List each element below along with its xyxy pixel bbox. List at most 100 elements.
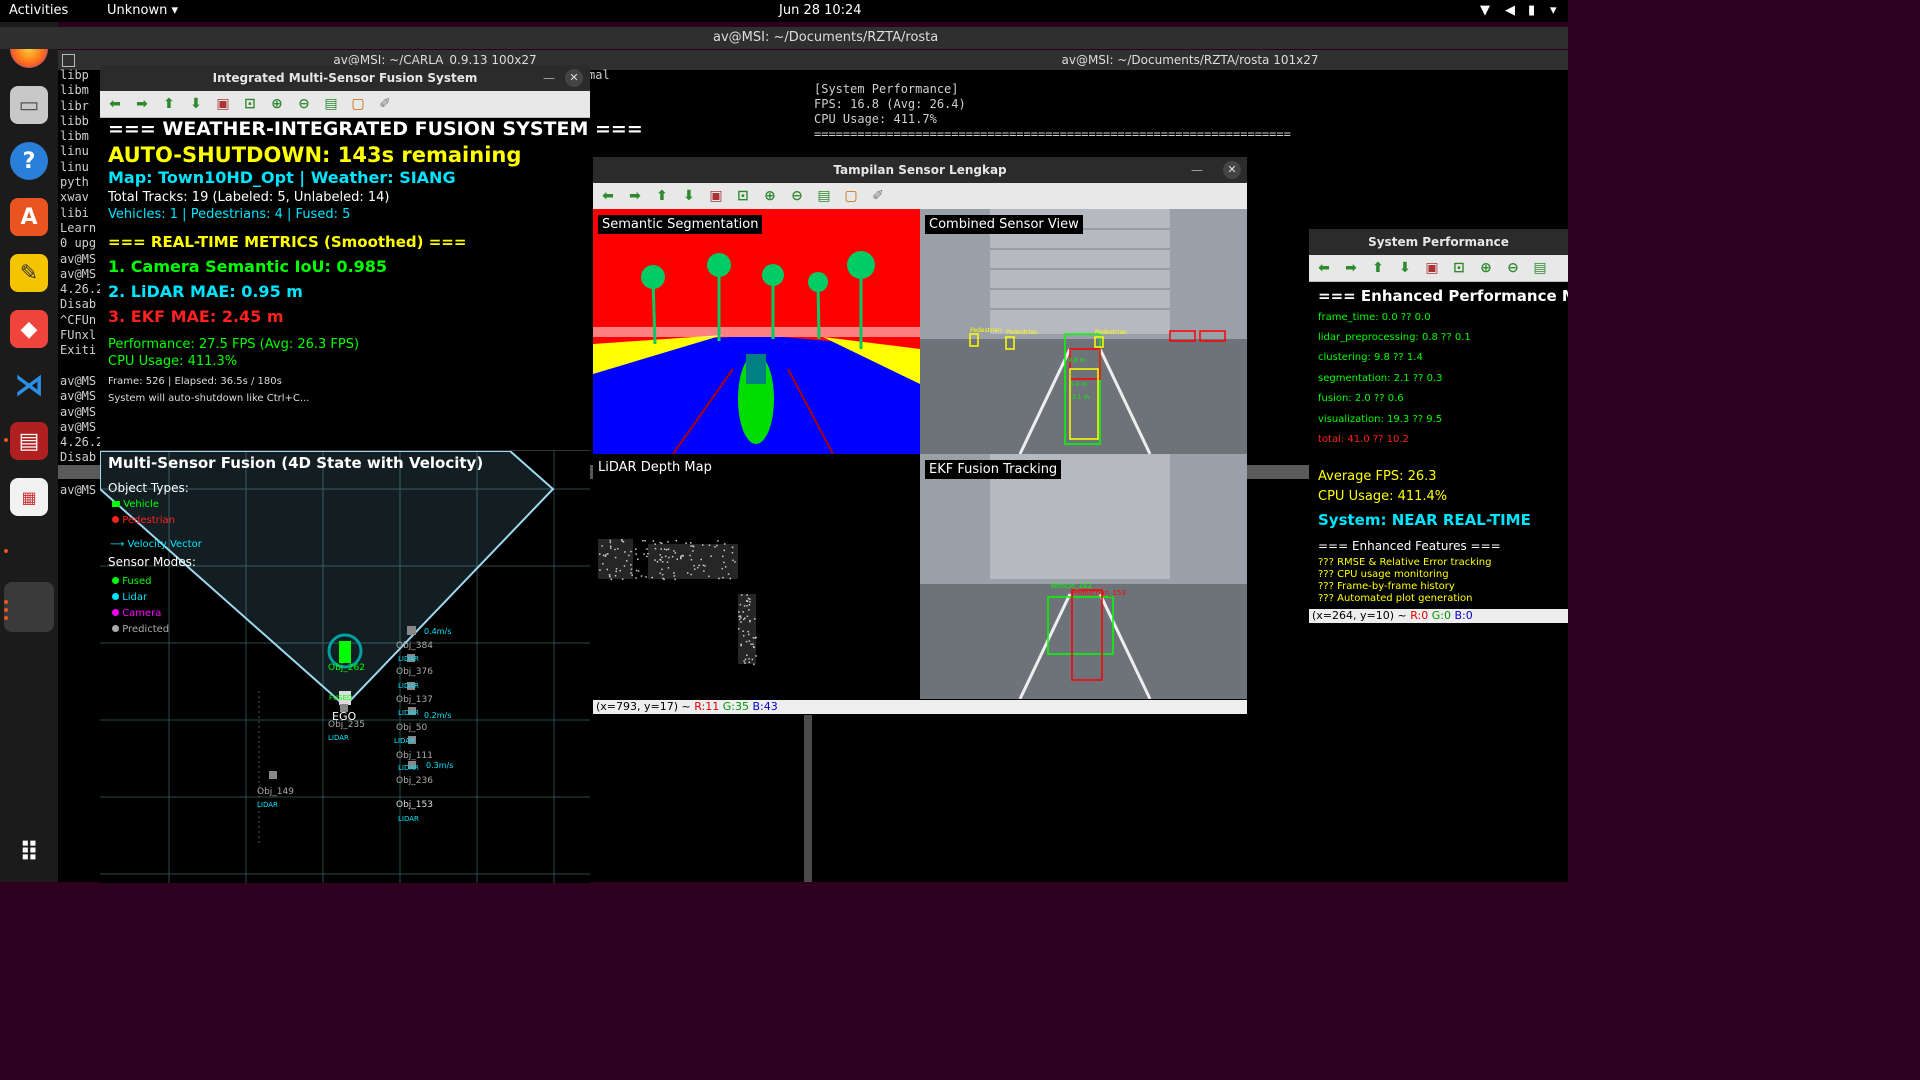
performance-window[interactable]: System Performance ⬅ ➡ ⬆ ⬇ ▣ ⊡ ⊕ ⊖ ▤ ===…	[1309, 229, 1568, 623]
pan-right-icon[interactable]: ➡	[1342, 259, 1360, 277]
fusion-window[interactable]: Integrated Multi-Sensor Fusion System — …	[100, 65, 643, 883]
lidar-point	[609, 545, 612, 547]
terminal-line: linu	[60, 159, 89, 174]
lidar-point	[607, 553, 609, 555]
object-velocity: 0.2m/s	[424, 711, 452, 720]
object-tag: LIDAR	[398, 682, 419, 690]
pan-right-icon[interactable]: ➡	[626, 187, 644, 205]
zoom-out-icon[interactable]: ⊖	[295, 95, 313, 113]
minimize-icon[interactable]: —	[1191, 163, 1203, 177]
pan-down-icon[interactable]: ⬇	[680, 187, 698, 205]
lidar-point	[755, 636, 757, 639]
power-menu-icon[interactable]: ▾	[1550, 3, 1557, 18]
zoom-in-icon[interactable]: ⊕	[1477, 259, 1495, 277]
save-icon[interactable]: ▤	[815, 187, 833, 205]
track-label: Pedestrian_153	[1072, 589, 1126, 597]
object-label: Obj_111	[396, 751, 433, 761]
semantic-segmentation-view[interactable]: Semantic Segmentation	[593, 209, 920, 454]
terminal-app-icon[interactable]: ▤	[10, 422, 48, 460]
document-viewer-icon[interactable]: ▦	[10, 478, 48, 516]
anydesk-icon[interactable]: ◆	[10, 310, 48, 348]
lidar-point	[623, 565, 626, 567]
mode-lidar-label: Lidar	[122, 592, 148, 603]
timing-line: segmentation: 2.1 ?? 0.3	[1318, 373, 1443, 384]
terminal-line: libr	[60, 98, 89, 113]
lidar-point	[694, 568, 696, 570]
help-icon[interactable]: ?	[10, 142, 48, 180]
close-icon[interactable]: ✕	[565, 69, 583, 87]
metric-camera-iou: 1. Camera Semantic IoU: 0.985	[108, 257, 388, 276]
pan-left-icon[interactable]: ⬅	[1315, 259, 1333, 277]
clock[interactable]: Jun 28 10:24	[779, 3, 862, 18]
terminal-line: av@MS	[60, 419, 97, 434]
pan-up-icon[interactable]: ⬆	[1369, 259, 1387, 277]
pan-left-icon[interactable]: ⬅	[599, 187, 617, 205]
zoom-in-icon[interactable]: ⊕	[268, 95, 286, 113]
zoom-fit-icon[interactable]: ▣	[1423, 259, 1441, 277]
pan-up-icon[interactable]: ⬆	[653, 187, 671, 205]
zoom-in-icon[interactable]: ⊕	[761, 187, 779, 205]
save-icon[interactable]: ▤	[1531, 259, 1549, 277]
ekf-camera-image	[920, 454, 1247, 699]
timing-line: clustering: 9.8 ?? 1.4	[1318, 352, 1423, 363]
pan-right-icon[interactable]: ➡	[133, 95, 151, 113]
battery-icon[interactable]: ▮	[1528, 3, 1535, 18]
bev-panel[interactable]: Multi-Sensor Fusion (4D State with Veloc…	[100, 450, 590, 883]
running-app-icon[interactable]	[4, 582, 54, 632]
wifi-icon[interactable]: ▼	[1480, 3, 1490, 18]
terminal-fragment: mal	[588, 68, 610, 82]
detection-label: 5.0 m	[1070, 381, 1088, 388]
properties-icon[interactable]: ✐	[376, 95, 394, 113]
terminal-menu-icon[interactable]	[62, 54, 75, 67]
volume-icon[interactable]: ◀	[1505, 3, 1515, 18]
app-grid-icon[interactable]: ⠿	[10, 834, 48, 872]
zoom-fit-icon[interactable]: ▣	[214, 95, 232, 113]
copy-icon[interactable]: ▢	[842, 187, 860, 205]
lidar-point	[621, 540, 624, 542]
zoom-out-icon[interactable]: ⊖	[788, 187, 806, 205]
lidar-point	[630, 550, 632, 553]
properties-icon[interactable]: ✐	[869, 187, 887, 205]
zoom-original-icon[interactable]: ⊡	[241, 95, 259, 113]
lidar-point	[749, 598, 751, 600]
lidar-depth-view[interactable]: LiDAR Depth Map	[593, 454, 920, 699]
lidar-point	[645, 576, 647, 578]
lidar-point	[668, 556, 670, 559]
pan-down-icon[interactable]: ⬇	[1396, 259, 1414, 277]
lidar-swatch	[112, 593, 119, 600]
lidar-point	[654, 559, 656, 561]
zoom-original-icon[interactable]: ⊡	[734, 187, 752, 205]
zoom-out-icon[interactable]: ⊖	[1504, 259, 1522, 277]
zoom-fit-icon[interactable]: ▣	[707, 187, 725, 205]
copy-icon[interactable]: ▢	[349, 95, 367, 113]
lidar-point	[743, 605, 746, 607]
object-label: Obj_262	[328, 663, 365, 673]
lidar-point	[671, 555, 674, 558]
feature-item: ??? Frame-by-frame history	[1318, 581, 1455, 592]
terminal-line: ========================================…	[814, 127, 1291, 141]
text-editor-icon[interactable]: ✎	[10, 254, 48, 292]
close-icon[interactable]: ✕	[1223, 161, 1241, 179]
lidar-point	[753, 663, 755, 666]
pan-up-icon[interactable]: ⬆	[160, 95, 178, 113]
activities-button[interactable]: Activities	[9, 3, 68, 18]
combined-sensor-view[interactable]: Pedestrian Pedestrian Pedestrian 9.8 m 5…	[920, 209, 1247, 454]
pixel-red: R:0	[1410, 609, 1429, 622]
lidar-point	[675, 540, 678, 542]
zoom-original-icon[interactable]: ⊡	[1450, 259, 1468, 277]
files-icon[interactable]: ▭	[10, 86, 48, 124]
app-center-icon[interactable]: A	[10, 198, 48, 236]
vscode-icon[interactable]: ⋊	[10, 366, 48, 404]
sensor-window[interactable]: Tampilan Sensor Lengkap — ✕ ⬅ ➡ ⬆ ⬇ ▣ ⊡ …	[593, 157, 1247, 715]
lidar-point	[722, 555, 724, 558]
mode-fused-label: Fused	[122, 576, 152, 587]
pan-left-icon[interactable]: ⬅	[106, 95, 124, 113]
app-menu[interactable]: Unknown ▾	[107, 3, 178, 18]
terminal-line: FPS: 16.8 (Avg: 26.4)	[814, 97, 966, 111]
save-icon[interactable]: ▤	[322, 95, 340, 113]
minimize-icon[interactable]: —	[543, 71, 555, 85]
lidar-point	[722, 576, 724, 579]
lidar-point	[630, 564, 632, 566]
ekf-tracking-view[interactable]: Vehicle_162 Pedestrian_153 EKF Fusion Tr…	[920, 454, 1247, 699]
pan-down-icon[interactable]: ⬇	[187, 95, 205, 113]
